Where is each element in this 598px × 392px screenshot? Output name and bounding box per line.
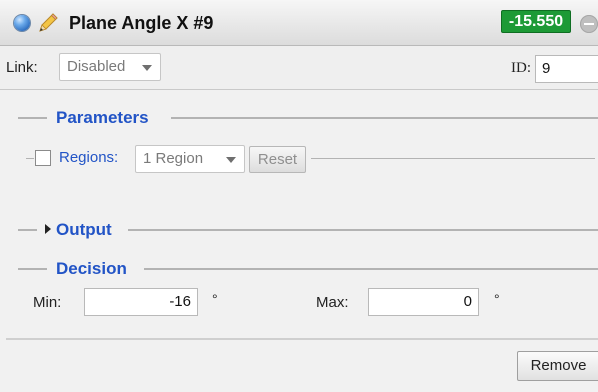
link-label: Link: (6, 59, 38, 76)
result-value-badge: -15.550 (501, 10, 571, 33)
max-input[interactable]: 0 (368, 288, 479, 316)
link-select[interactable]: Disabled (59, 53, 161, 81)
chevron-down-icon (226, 157, 236, 163)
id-input[interactable]: 9 (535, 55, 598, 83)
panel-title: Plane Angle X #9 (69, 13, 214, 33)
chevron-down-icon (142, 65, 152, 71)
link-row: Link: Disabled ID: 9 (0, 46, 598, 90)
id-label: ID: (511, 60, 531, 76)
expand-triangle-icon[interactable] (45, 224, 51, 234)
tool-panel: Plane Angle X #9 -15.550 Link: Disabled … (0, 0, 598, 392)
min-unit: ° (212, 291, 218, 307)
section-divider (128, 229, 598, 231)
parameters-heading: Parameters (56, 108, 149, 127)
group-line (311, 158, 595, 159)
min-input[interactable]: -16 (84, 288, 198, 316)
decision-heading: Decision (56, 259, 127, 278)
collapse-icon[interactable] (580, 15, 598, 33)
regions-checkbox[interactable] (35, 150, 51, 166)
max-unit: ° (494, 291, 500, 307)
regions-select-value: 1 Region (143, 150, 204, 167)
min-label: Min: (33, 294, 62, 311)
reset-button[interactable]: Reset (249, 146, 306, 173)
section-divider (144, 268, 598, 270)
regions-select[interactable]: 1 Region (135, 145, 245, 173)
pencil-icon[interactable] (36, 11, 60, 35)
section-divider (18, 117, 47, 119)
section-divider (18, 229, 37, 231)
title-bar: Plane Angle X #9 -15.550 (0, 0, 598, 46)
max-label: Max: (316, 294, 349, 311)
remove-button[interactable]: Remove (517, 351, 598, 381)
section-divider (18, 268, 47, 270)
output-heading[interactable]: Output (56, 220, 112, 240)
link-select-value: Disabled (67, 58, 126, 75)
group-line (26, 158, 34, 159)
section-divider (171, 117, 598, 119)
status-dot-icon (14, 15, 30, 31)
regions-label: Regions: (59, 149, 119, 166)
footer-divider (6, 338, 598, 340)
